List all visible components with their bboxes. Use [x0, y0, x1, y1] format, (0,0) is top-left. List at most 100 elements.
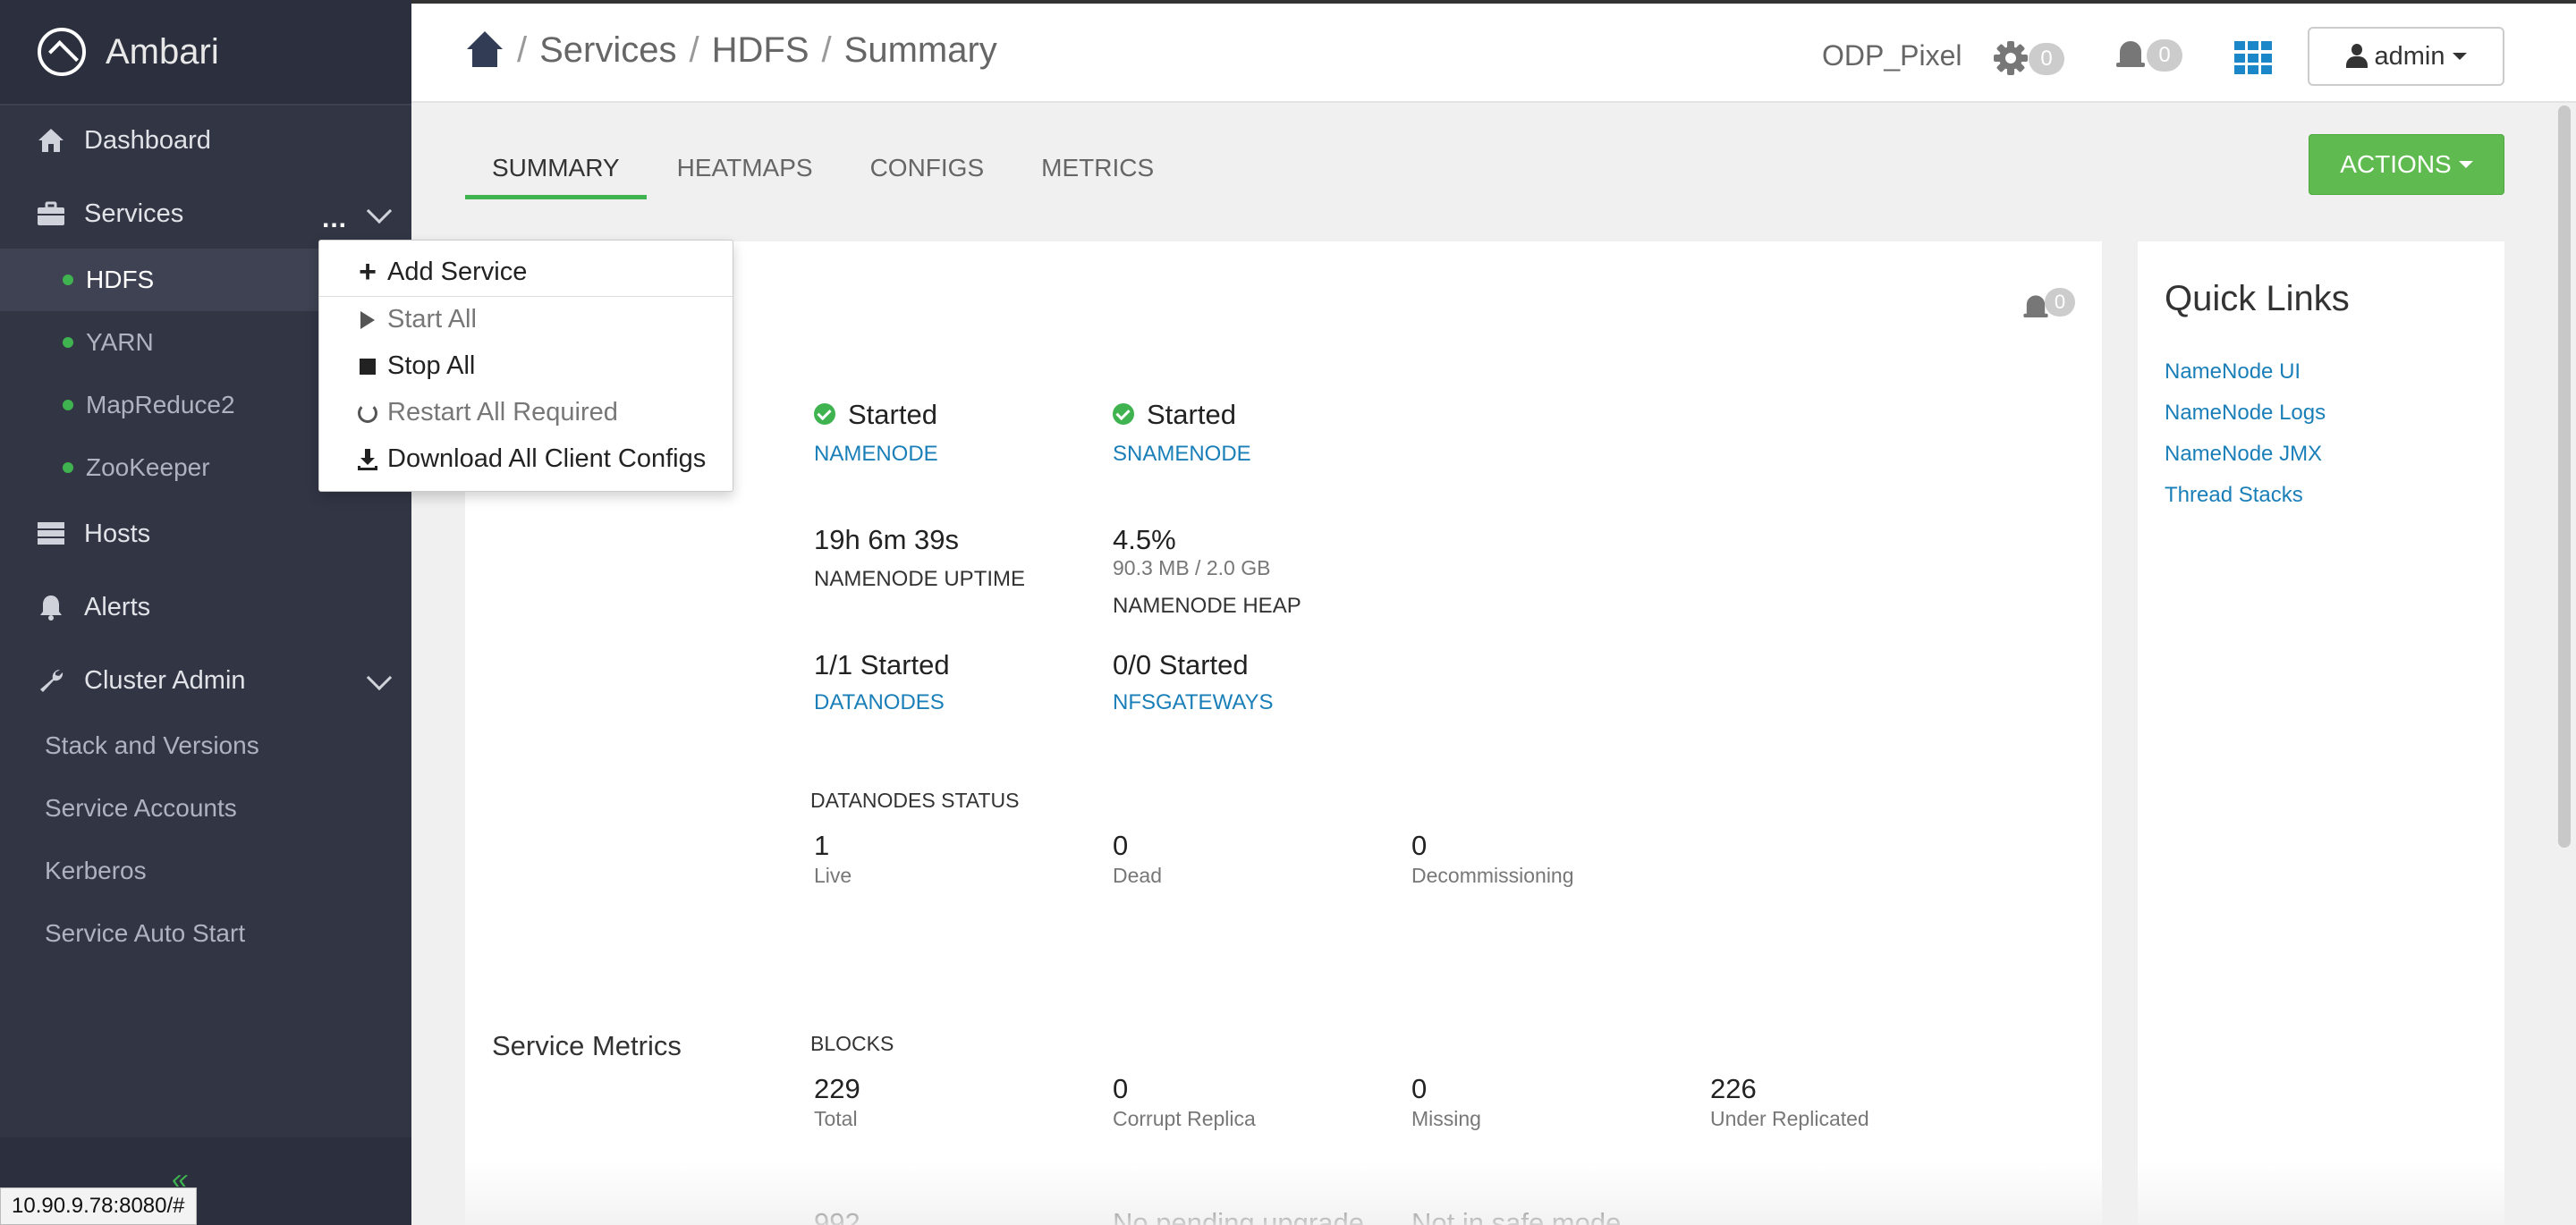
quick-links-panel: Quick Links NameNode UI NameNode Logs Na…: [2138, 241, 2504, 1225]
namenode-link[interactable]: NAMENODE: [814, 442, 938, 467]
apps-grid-icon[interactable]: [2234, 41, 2272, 75]
cluster-name: ODP_Pixel: [1822, 39, 1962, 72]
menu-item-label: Add Service: [387, 258, 528, 286]
metric-value-partial: 992: [814, 1207, 860, 1225]
service-metrics-title: Service Metrics: [492, 1030, 682, 1061]
namenode-status-text: Started: [848, 399, 937, 430]
menu-item-restart-all-required[interactable]: Restart All Required: [355, 398, 618, 427]
menu-item-start-all[interactable]: Start All: [355, 305, 477, 334]
datanodes-live-value: 1: [814, 830, 830, 861]
sidebar-item-services[interactable]: Services: [0, 181, 411, 247]
breadcrumb-separator: /: [689, 30, 699, 70]
blocks-missing-label: Missing: [1411, 1107, 1481, 1130]
tab-configs[interactable]: CONFIGS: [843, 134, 1012, 199]
status-bar-url: 10.90.9.78:8080/#: [0, 1187, 197, 1225]
service-alerts-badge[interactable]: 0: [2045, 288, 2075, 317]
user-name: admin: [2374, 41, 2445, 71]
blocks-total-label: Total: [814, 1107, 858, 1130]
play-icon: [360, 310, 375, 329]
services-actions-menu: + Add Service Start All Stop All Restart…: [318, 240, 733, 492]
service-name: MapReduce2: [86, 391, 235, 418]
sidebar-admin-stack-versions[interactable]: Stack and Versions: [45, 731, 259, 760]
actions-button[interactable]: ACTIONS: [2309, 134, 2504, 195]
sidebar-item-label: Alerts: [84, 592, 151, 621]
home-icon: [36, 125, 66, 156]
sidebar-admin-service-accounts[interactable]: Service Accounts: [45, 794, 237, 823]
breadcrumb-separator: /: [821, 30, 832, 70]
namenode-heap-value: 4.5%: [1113, 524, 1176, 555]
menu-item-label: Download All Client Configs: [387, 444, 707, 473]
check-circle-icon: [814, 402, 835, 425]
page-scrollbar[interactable]: [2558, 106, 2571, 848]
tab-summary[interactable]: SUMMARY: [465, 134, 647, 199]
menu-item-label: Stop All: [387, 351, 476, 380]
menu-item-label: Restart All Required: [387, 398, 618, 427]
safe-mode-status-partial: Not in safe mode: [1411, 1207, 1622, 1225]
ops-count-badge[interactable]: 0: [2029, 43, 2064, 75]
home-icon[interactable]: [465, 30, 504, 71]
service-name: YARN: [86, 328, 154, 356]
server-icon: [36, 519, 66, 549]
plus-icon: +: [359, 255, 377, 289]
service-name: ZooKeeper: [86, 453, 210, 481]
namenode-heap-detail: 90.3 MB / 2.0 GB: [1113, 556, 1271, 579]
sidebar-item-alerts[interactable]: Alerts: [0, 574, 411, 640]
caret-down-icon: [2458, 161, 2473, 168]
breadcrumb: / Services / HDFS / Summary: [465, 30, 997, 71]
services-more-button[interactable]: ...: [322, 204, 347, 234]
briefcase-icon: [36, 199, 66, 229]
service-name: HDFS: [86, 266, 155, 293]
blocks-corrupt-label: Corrupt Replica: [1113, 1107, 1256, 1130]
bell-icon: [36, 592, 66, 622]
breadcrumb-hdfs[interactable]: HDFS: [712, 30, 809, 71]
sidebar-item-hosts[interactable]: Hosts: [0, 501, 411, 567]
sidebar-item-cluster-admin[interactable]: Cluster Admin: [0, 647, 411, 714]
namenode-uptime-label: NAMENODE UPTIME: [814, 567, 1026, 591]
menu-item-download-client-configs[interactable]: Download All Client Configs: [355, 444, 706, 474]
namenode-uptime-value: 19h 6m 39s: [814, 524, 959, 555]
blocks-title: BLOCKS: [810, 1032, 894, 1055]
upgrade-status-partial: No pending upgrade: [1113, 1207, 1364, 1225]
tab-metrics[interactable]: METRICS: [1014, 134, 1181, 199]
datanodes-decommissioning-label: Decommissioning: [1411, 864, 1574, 887]
menu-divider: [319, 296, 733, 297]
blocks-missing-value: 0: [1411, 1073, 1428, 1104]
refresh-icon: [358, 402, 377, 423]
nfsgateways-link[interactable]: NFSGATEWAYS: [1113, 690, 1274, 715]
sidebar-item-dashboard[interactable]: Dashboard: [0, 107, 411, 173]
brand[interactable]: Ambari: [0, 0, 411, 106]
quick-links-title: Quick Links: [2165, 279, 2350, 318]
alerts-count-badge[interactable]: 0: [2147, 39, 2182, 72]
datanodes-link[interactable]: DATANODES: [814, 690, 945, 715]
sidebar-admin-kerberos[interactable]: Kerberos: [45, 857, 147, 885]
quick-link-namenode-jmx[interactable]: NameNode JMX: [2165, 442, 2322, 467]
menu-item-stop-all[interactable]: Stop All: [355, 351, 475, 381]
datanodes-dead-label: Dead: [1113, 864, 1162, 887]
sidebar-admin-service-auto-start[interactable]: Service Auto Start: [45, 919, 245, 948]
breadcrumb-services[interactable]: Services: [539, 30, 676, 71]
bell-icon[interactable]: [2116, 39, 2145, 72]
sidebar-item-label: Hosts: [84, 519, 151, 548]
caret-down-icon: [2452, 53, 2467, 60]
quick-link-thread-stacks[interactable]: Thread Stacks: [2165, 483, 2303, 508]
quick-link-namenode-ui[interactable]: NameNode UI: [2165, 359, 2301, 384]
sidebar: Ambari Dashboard Services ... HDFS YARN …: [0, 0, 411, 1225]
snamenode-link[interactable]: SNAMENODE: [1113, 442, 1251, 467]
blocks-corrupt-value: 0: [1113, 1073, 1129, 1104]
breadcrumb-separator: /: [517, 30, 528, 70]
quick-link-namenode-logs[interactable]: NameNode Logs: [2165, 401, 2326, 426]
nfsgateways-value: 0/0 Started: [1113, 649, 1249, 680]
stop-icon: [360, 358, 376, 375]
datanodes-status-title: DATANODES STATUS: [810, 789, 1020, 812]
blocks-under-replicated-value: 226: [1710, 1073, 1757, 1104]
datanodes-dead-value: 0: [1113, 830, 1129, 861]
actions-label: ACTIONS: [2340, 150, 2452, 178]
menu-item-add-service[interactable]: + Add Service: [355, 255, 527, 290]
tab-heatmaps[interactable]: HEATMAPS: [650, 134, 840, 199]
namenode-status: Started: [814, 399, 937, 431]
status-dot-icon: [63, 275, 73, 285]
snamenode-status: Started: [1113, 399, 1236, 431]
user-menu-button[interactable]: admin: [2308, 27, 2504, 86]
gear-icon[interactable]: [1992, 39, 2029, 81]
blocks-under-replicated-label: Under Replicated: [1710, 1107, 1869, 1130]
